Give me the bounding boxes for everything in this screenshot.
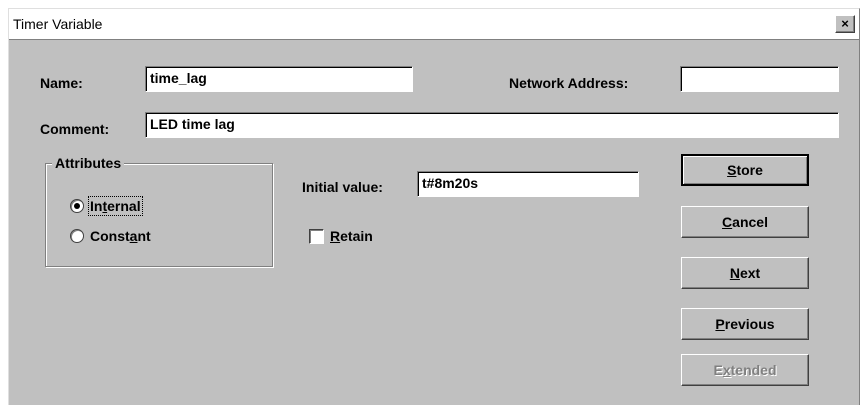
name-field[interactable]: time_lag xyxy=(145,66,413,92)
cancel-button[interactable]: Cancel xyxy=(681,206,809,238)
radio-checked-icon xyxy=(70,199,84,213)
dialog-title: Timer Variable xyxy=(13,16,103,32)
initial-value-field[interactable]: t#8m20s xyxy=(417,171,639,197)
title-bar: Timer Variable × xyxy=(9,9,859,40)
initial-value-label: Initial value: xyxy=(302,179,383,195)
next-button[interactable]: Next xyxy=(681,257,809,289)
close-button[interactable]: × xyxy=(835,15,855,33)
comment-field[interactable]: LED time lag xyxy=(145,112,839,138)
network-address-field[interactable] xyxy=(680,66,839,92)
attributes-title: Attributes xyxy=(52,155,125,171)
radio-unchecked-icon xyxy=(70,229,84,243)
previous-button[interactable]: Previous xyxy=(681,308,809,340)
constant-radio[interactable]: Constant xyxy=(70,228,151,244)
internal-label: Internal xyxy=(88,196,143,216)
comment-label: Comment: xyxy=(40,121,110,137)
name-label: Name: xyxy=(40,75,83,91)
retain-label: Retain xyxy=(330,228,373,244)
timer-variable-dialog: Timer Variable × Name: time_lag Network … xyxy=(8,8,860,405)
attributes-groupbox: Attributes Internal Constant xyxy=(45,155,273,267)
network-address-label: Network Address: xyxy=(509,75,629,91)
extended-button[interactable]: Extended xyxy=(681,354,809,386)
constant-label: Constant xyxy=(90,228,151,244)
checkbox-icon xyxy=(309,228,324,244)
store-button[interactable]: Store xyxy=(681,154,809,186)
retain-checkbox[interactable]: Retain xyxy=(309,228,373,244)
internal-radio[interactable]: Internal xyxy=(70,196,143,216)
